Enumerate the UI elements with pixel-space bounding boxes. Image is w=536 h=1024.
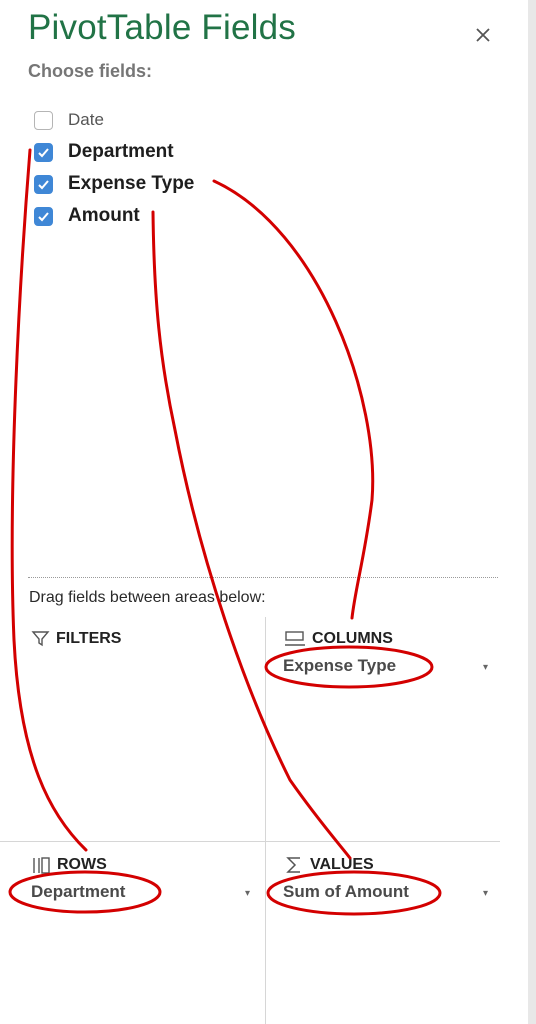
values-field-sum-of-amount[interactable]: Sum of Amount xyxy=(283,882,409,902)
field-label: Department xyxy=(68,141,174,162)
check-icon xyxy=(38,147,49,157)
columns-field-expense-type[interactable]: Expense Type xyxy=(283,656,396,676)
close-icon xyxy=(476,28,490,42)
checkbox-amount[interactable] xyxy=(34,206,53,226)
area-divider-horizontal xyxy=(0,841,500,842)
checkbox-expense-type[interactable] xyxy=(34,174,53,194)
columns-area-header: COLUMNS xyxy=(284,629,393,648)
values-area-header: VALUES xyxy=(284,855,374,875)
rows-label: ROWS xyxy=(57,856,107,873)
filters-label: FILTERS xyxy=(56,629,122,647)
field-label: Amount xyxy=(68,205,140,226)
checkbox-date[interactable] xyxy=(34,110,53,130)
field-amount[interactable]: Amount xyxy=(34,200,334,232)
check-icon xyxy=(38,211,49,221)
chevron-down-icon[interactable]: ▾ xyxy=(483,662,488,673)
checkbox-department[interactable] xyxy=(34,142,53,162)
close-button[interactable] xyxy=(470,22,496,48)
check-icon xyxy=(38,179,49,189)
chevron-down-icon[interactable]: ▾ xyxy=(483,888,488,899)
choose-fields-label: Choose fields: xyxy=(28,61,153,81)
field-list: Date Department Expense Type Amount xyxy=(34,104,334,232)
filter-icon xyxy=(31,631,50,647)
values-label: VALUES xyxy=(310,856,374,873)
field-date[interactable]: Date xyxy=(34,104,334,136)
area-divider-vertical xyxy=(265,617,266,1024)
field-label: Expense Type xyxy=(68,173,195,194)
columns-label: COLUMNS xyxy=(312,629,393,647)
rows-icon xyxy=(33,857,50,874)
rows-field-department[interactable]: Department xyxy=(31,882,125,902)
rows-area-header: ROWS xyxy=(31,855,107,875)
chevron-down-icon[interactable]: ▾ xyxy=(245,888,250,899)
pivottable-fields-pane: PivotTable Fields Choose fields: Date De… xyxy=(0,0,528,1024)
field-label: Date xyxy=(68,110,104,129)
filters-area-header: FILTERS xyxy=(31,629,121,648)
pane-title: PivotTable Fields xyxy=(28,8,296,47)
drag-hint: Drag fields between areas below: xyxy=(29,589,266,606)
columns-icon xyxy=(285,631,305,646)
sigma-icon xyxy=(286,857,300,873)
areas-divider xyxy=(28,577,498,578)
field-expense-type[interactable]: Expense Type xyxy=(34,168,334,200)
field-department[interactable]: Department xyxy=(34,136,334,168)
